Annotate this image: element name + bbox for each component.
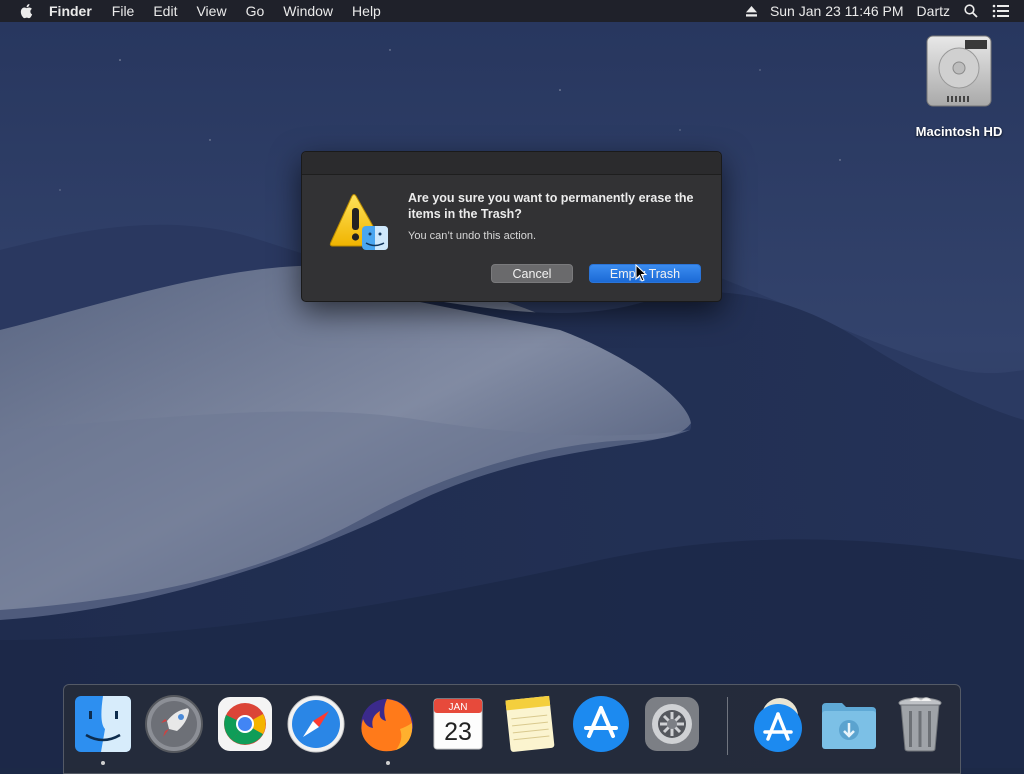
dock: JAN 23 bbox=[63, 684, 961, 774]
spotlight-search-icon[interactable] bbox=[964, 4, 978, 18]
notification-center-icon[interactable] bbox=[992, 4, 1010, 18]
finder-icon bbox=[75, 696, 131, 752]
finder-badge-icon bbox=[362, 226, 388, 250]
menu-help[interactable]: Help bbox=[352, 0, 381, 22]
safari-icon bbox=[287, 695, 345, 753]
dialog-titlebar[interactable] bbox=[302, 152, 721, 175]
alert-message: Are you sure you want to permanently era… bbox=[408, 191, 694, 221]
dock-chrome[interactable] bbox=[214, 693, 276, 755]
clock[interactable]: Sun Jan 23 11:46 PM bbox=[770, 0, 904, 22]
notes-icon bbox=[505, 695, 555, 752]
dock-app-store[interactable] bbox=[570, 693, 632, 755]
caution-icon bbox=[328, 192, 390, 254]
menu-file[interactable]: File bbox=[112, 0, 135, 22]
running-indicator bbox=[386, 761, 390, 765]
apple-menu-icon[interactable] bbox=[19, 3, 35, 19]
dock-calendar[interactable]: JAN 23 bbox=[427, 693, 489, 755]
menu-edit[interactable]: Edit bbox=[153, 0, 177, 22]
status-area: Sun Jan 23 11:46 PM Dartz bbox=[745, 0, 1024, 22]
eject-icon[interactable] bbox=[745, 5, 758, 17]
dock-finder[interactable] bbox=[72, 693, 134, 755]
alert-informative-text: You can’t undo this action. bbox=[408, 230, 537, 242]
downloads-folder-icon bbox=[822, 703, 876, 749]
dock-system-preferences[interactable] bbox=[641, 693, 703, 755]
desktop-wallpaper bbox=[0, 0, 1024, 768]
calendar-icon: JAN 23 bbox=[433, 698, 483, 750]
mouse-cursor-icon bbox=[635, 264, 647, 282]
dock-safari[interactable] bbox=[285, 693, 347, 755]
dock-firefox[interactable] bbox=[356, 693, 418, 755]
macintosh-hd-desktop-icon[interactable]: Macintosh HD bbox=[905, 32, 1013, 139]
menu-bar: Finder File Edit View Go Window Help Sun… bbox=[0, 0, 1024, 22]
drive-label: Macintosh HD bbox=[915, 124, 1003, 139]
app-store-icon bbox=[573, 696, 629, 752]
firefox-icon bbox=[361, 699, 413, 752]
empty-trash-alert: Are you sure you want to permanently era… bbox=[301, 151, 722, 302]
dock-downloads-folder[interactable] bbox=[818, 693, 880, 755]
system-preferences-icon bbox=[645, 697, 699, 751]
hard-drive-icon bbox=[919, 32, 999, 112]
menu-go[interactable]: Go bbox=[246, 0, 265, 22]
app-store-download-icon bbox=[754, 698, 802, 752]
calendar-month: JAN bbox=[449, 702, 468, 713]
dock-notes[interactable] bbox=[498, 693, 560, 755]
calendar-day: 23 bbox=[444, 718, 472, 746]
dock-app-store-download[interactable] bbox=[747, 693, 809, 755]
trash-icon bbox=[898, 697, 942, 752]
menu-view[interactable]: View bbox=[196, 0, 226, 22]
dock-separator bbox=[727, 697, 728, 755]
app-menu-finder[interactable]: Finder bbox=[49, 0, 92, 22]
dock-trash[interactable] bbox=[889, 693, 951, 755]
running-indicator bbox=[101, 761, 105, 765]
user-menu[interactable]: Dartz bbox=[917, 0, 950, 22]
menu-window[interactable]: Window bbox=[283, 0, 333, 22]
cancel-button[interactable]: Cancel bbox=[491, 264, 573, 283]
chrome-icon bbox=[218, 697, 272, 751]
launchpad-icon bbox=[145, 695, 203, 753]
dock-launchpad[interactable] bbox=[143, 693, 205, 755]
